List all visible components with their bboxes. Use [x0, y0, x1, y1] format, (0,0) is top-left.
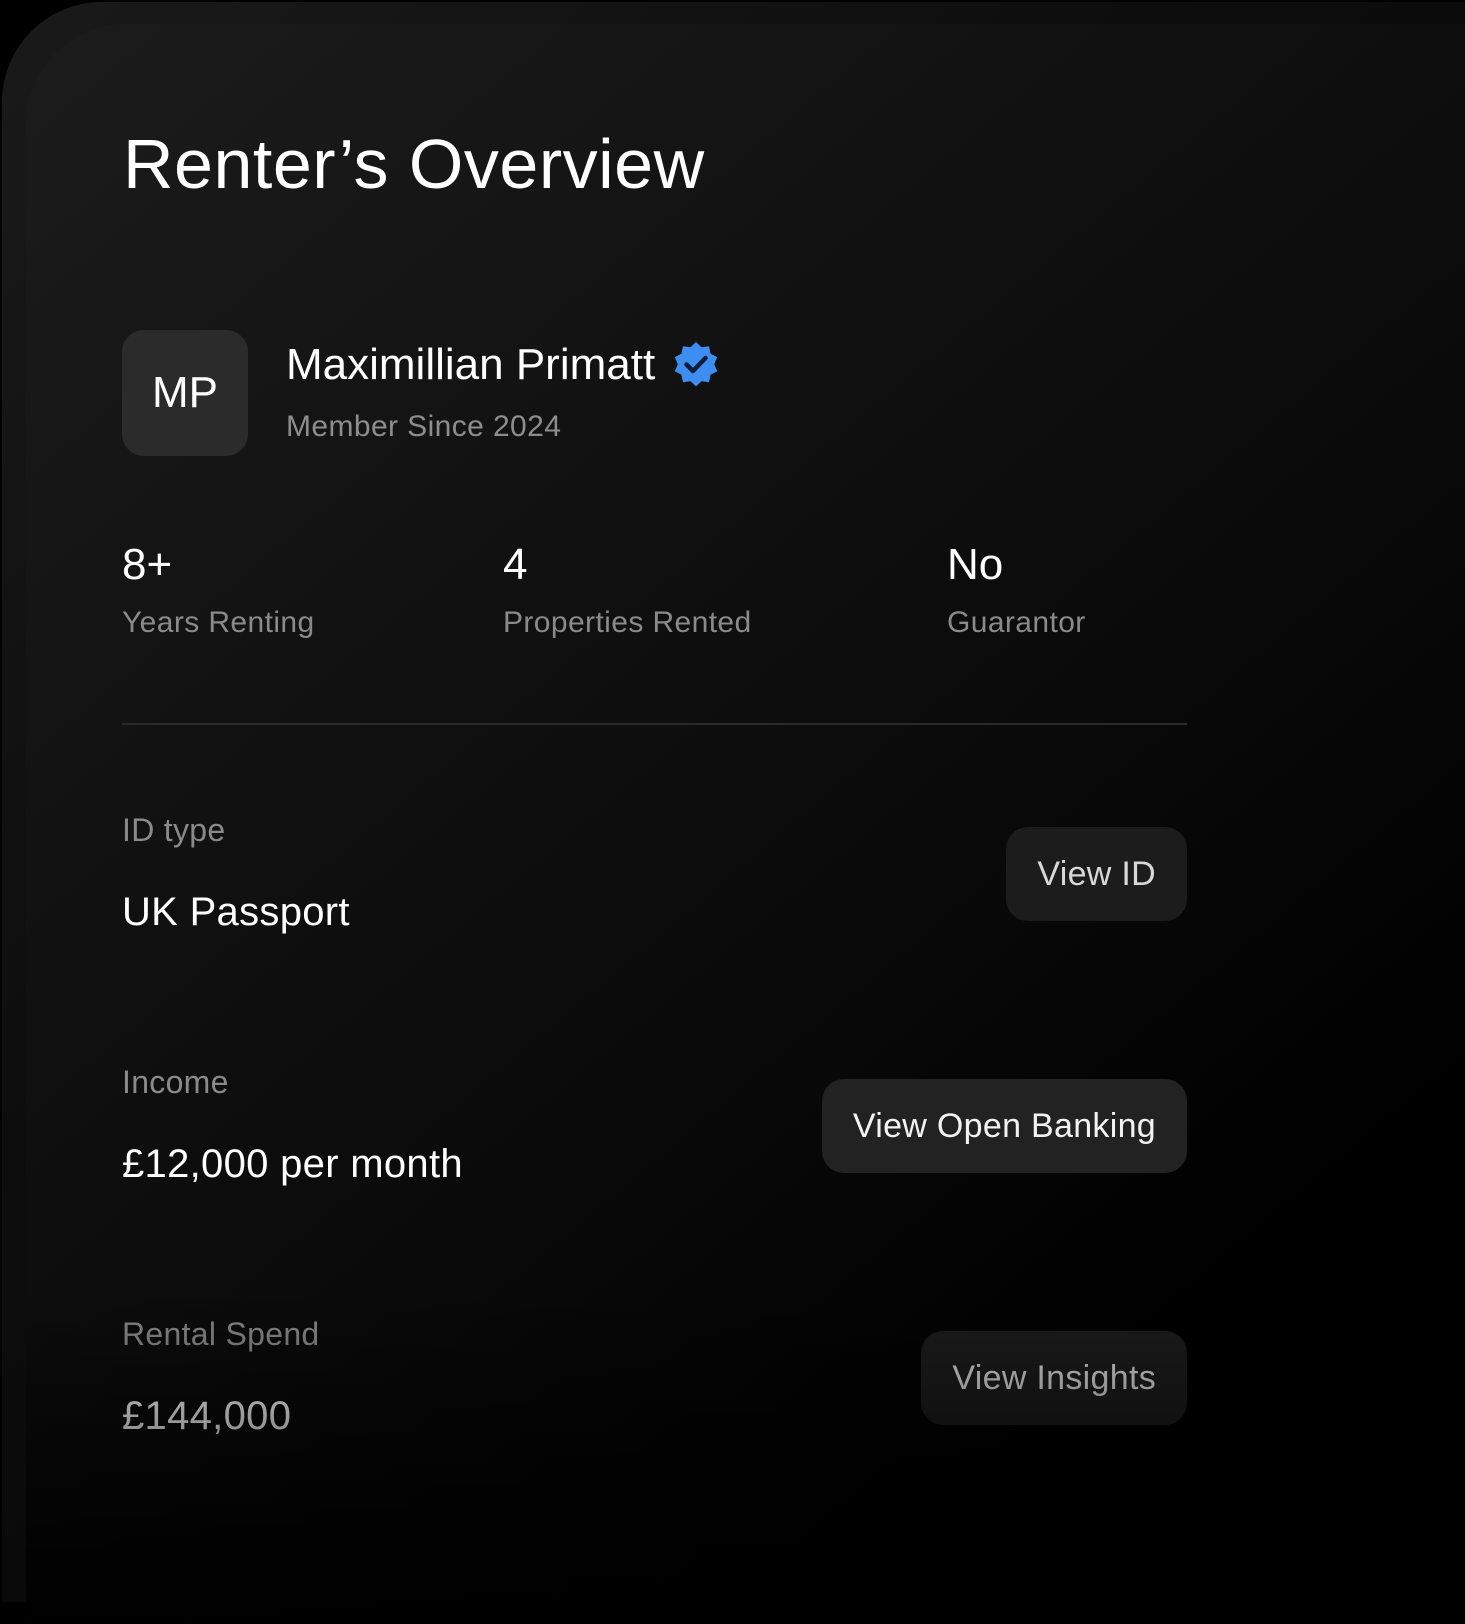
- view-id-button[interactable]: View ID: [1006, 827, 1187, 921]
- divider: [122, 723, 1187, 725]
- view-open-banking-button[interactable]: View Open Banking: [821, 1079, 1187, 1173]
- stat-years-renting: 8+ Years Renting: [122, 540, 315, 640]
- stat-label: Properties Rented: [503, 606, 752, 639]
- rental-spend-value: £144,000: [122, 1394, 292, 1438]
- income-label: Income: [122, 1064, 229, 1100]
- avatar-initials: MP: [152, 368, 218, 417]
- stat-properties-rented: 4 Properties Rented: [503, 540, 752, 640]
- rental-spend-label: Rental Spend: [122, 1316, 320, 1352]
- view-insights-button[interactable]: View Insights: [921, 1331, 1187, 1425]
- id-type-label: ID type: [122, 812, 226, 848]
- profile-name-row: Maximillian Primatt: [286, 340, 721, 390]
- id-type-value: UK Passport: [122, 890, 350, 934]
- stat-label: Guarantor: [947, 606, 1086, 639]
- verified-badge-icon: [671, 340, 721, 390]
- stat-guarantor: No Guarantor: [947, 540, 1086, 640]
- avatar: MP: [122, 330, 248, 456]
- stat-value: 8+: [122, 540, 173, 589]
- renter-overview-card: Renter’s Overview MP Maximillian Primatt…: [26, 24, 1465, 1624]
- stat-value: 4: [503, 540, 528, 589]
- page-title: Renter’s Overview: [123, 125, 705, 203]
- member-since: Member Since 2024: [286, 410, 562, 443]
- profile-name: Maximillian Primatt: [286, 340, 656, 389]
- income-value: £12,000 per month: [122, 1142, 463, 1186]
- stat-value: No: [947, 540, 1004, 589]
- stat-label: Years Renting: [122, 606, 315, 639]
